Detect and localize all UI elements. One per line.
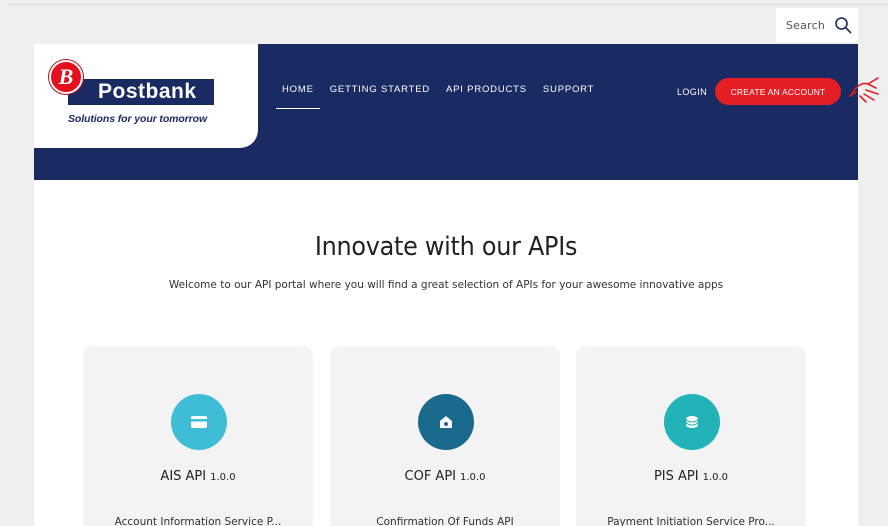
pointing-hand-icon — [849, 77, 879, 103]
page-subtitle: Welcome to our API portal where you will… — [168, 279, 724, 291]
logo-tagline: Solutions for your tomorrow — [68, 113, 208, 125]
nav-item-home[interactable]: HOME — [274, 84, 322, 112]
credit-card-icon — [191, 416, 207, 428]
api-description: Account Information Service P... — [114, 516, 282, 526]
search-label: Search — [786, 18, 825, 32]
nav-item-support[interactable]: SUPPORT — [535, 84, 602, 112]
api-version: 1.0.0 — [210, 472, 236, 483]
card-icon — [418, 394, 474, 450]
logo-icon: B — [49, 60, 83, 94]
api-card-pis[interactable]: PIS API 1.0.0 Payment Initiation Service … — [576, 346, 806, 526]
api-title: AIS API — [160, 469, 207, 484]
api-title: COF API — [404, 469, 457, 484]
card-icon — [171, 394, 227, 450]
divider — [8, 4, 888, 5]
page-title: Innovate with our APIs — [314, 232, 578, 262]
logo-icon-letter: B — [58, 64, 74, 89]
api-description: Confirmation Of Funds API — [376, 516, 514, 526]
api-name: COF API 1.0.0 — [330, 469, 560, 484]
nav-item-getting-started[interactable]: GETTING STARTED — [322, 84, 438, 112]
api-title: PIS API — [653, 469, 699, 484]
bank-icon — [440, 416, 452, 428]
nav-item-api-products[interactable]: API PRODUCTS — [438, 84, 535, 112]
coins-icon — [685, 416, 699, 428]
main-content: Innovate with our APIs Welcome to our AP… — [34, 180, 858, 526]
login-link[interactable]: LOGIN — [677, 87, 707, 97]
search-box[interactable]: Search — [776, 8, 858, 42]
search-icon[interactable] — [834, 16, 852, 34]
api-card-ais[interactable]: AIS API 1.0.0 Account Information Service… — [83, 346, 313, 526]
create-account-button[interactable]: CREATE AN ACCOUNT — [715, 78, 841, 105]
api-name: AIS API 1.0.0 — [83, 469, 313, 484]
card-icon — [664, 394, 720, 450]
api-description: Payment Initiation Service Pro... — [607, 516, 775, 526]
api-version: 1.0.0 — [702, 472, 729, 483]
api-name: PIS API 1.0.0 — [576, 469, 806, 484]
api-card-cof[interactable]: COF API 1.0.0 Confirmation Of Funds API — [330, 346, 560, 526]
api-version: 1.0.0 — [460, 472, 486, 483]
logo-wordmark: Postbank — [68, 79, 214, 105]
main-nav: HOME GETTING STARTED API PRODUCTS SUPPOR… — [274, 84, 602, 112]
